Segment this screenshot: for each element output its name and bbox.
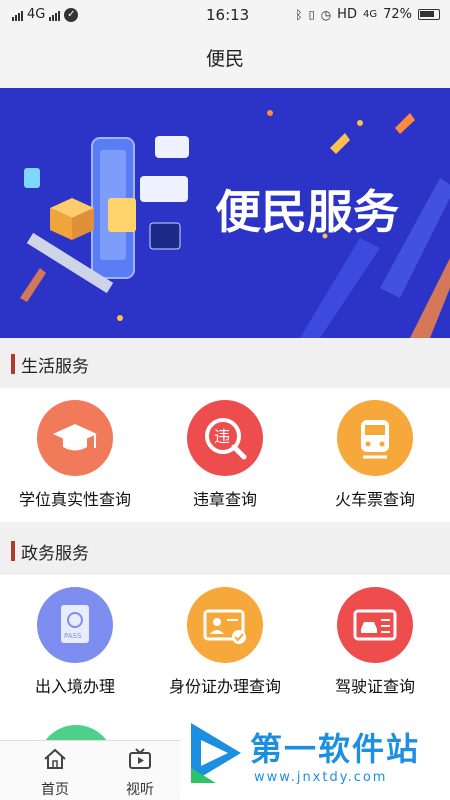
watermark-logo-icon xyxy=(191,723,241,783)
status-right: ᛒ ▯ ◷ HD 4G 72% xyxy=(295,7,440,22)
nav-home[interactable]: 首页 xyxy=(25,747,85,798)
app-root: 4G ✓ 16:13 ᛒ ▯ ◷ HD 4G 72% 便民 便民服务 生活服务 … xyxy=(0,0,450,800)
battery-icon xyxy=(418,9,440,20)
banner[interactable]: 便民服务 xyxy=(0,88,450,338)
tile-label: 学位真实性查询 xyxy=(18,490,131,509)
watermark-title: 第一软件站 xyxy=(250,730,421,768)
tile-label: 身份证办理查询 xyxy=(168,677,281,696)
home-icon xyxy=(44,748,66,769)
signal-icon-2 xyxy=(49,9,61,21)
signal-icon xyxy=(12,9,23,21)
bluetooth-icon: ᛒ xyxy=(295,7,303,22)
id-card-icon xyxy=(187,587,263,663)
network-type: 4G xyxy=(27,7,46,22)
bottom-nav: 首页 视听 xyxy=(0,740,180,800)
banner-title: 便民服务 xyxy=(215,185,399,239)
nav-video[interactable]: 视听 xyxy=(110,747,170,798)
vibrate-icon: ▯ xyxy=(308,8,315,21)
svg-text:违: 违 xyxy=(214,427,230,446)
tile-label: 火车票查询 xyxy=(334,490,415,509)
status-bar: 4G ✓ 16:13 ᛒ ▯ ◷ HD 4G 72% xyxy=(0,0,450,30)
tv-icon xyxy=(129,748,151,769)
svg-text:PASS: PASS xyxy=(64,632,82,640)
driver-license-icon xyxy=(337,587,413,663)
passport-icon: PASS xyxy=(37,587,113,663)
traffic-violation-icon: 违 xyxy=(187,400,263,476)
graduation-cap-icon xyxy=(37,400,113,476)
network-type-2: 4G xyxy=(362,9,378,20)
watermark-url: www.jnxtdy.com xyxy=(254,770,388,785)
page-title: 便民 xyxy=(205,48,244,70)
title-bar: 便民 xyxy=(0,30,450,88)
tile-label: 驾驶证查询 xyxy=(334,677,415,696)
section-header-life: 生活服务 xyxy=(0,340,450,388)
life-services-grid: 学位真实性查询 违 违章查询 火车票查询 xyxy=(0,388,450,522)
status-left: 4G ✓ xyxy=(12,7,79,22)
train-icon xyxy=(337,400,413,476)
nav-video-label: 视听 xyxy=(126,782,154,798)
tile-label: 违章查询 xyxy=(192,490,257,509)
section-accent-bar xyxy=(11,354,15,374)
watermark: 第一软件站 www.jnxtdy.com xyxy=(180,700,450,800)
nav-home-label: 首页 xyxy=(41,782,69,798)
status-time: 16:13 xyxy=(206,6,250,24)
tile-label: 出入境办理 xyxy=(34,677,115,696)
section-accent-bar xyxy=(11,541,15,561)
check-icon: ✓ xyxy=(64,7,79,22)
alarm-icon: ◷ xyxy=(320,7,332,22)
banner-illustration: 便民服务 xyxy=(20,110,450,338)
battery-percent: 72% xyxy=(383,7,412,22)
section-header-gov: 政务服务 xyxy=(0,527,450,575)
section-title-life: 生活服务 xyxy=(21,356,89,377)
hd-label: HD xyxy=(337,7,357,22)
section-title-gov: 政务服务 xyxy=(21,543,89,564)
